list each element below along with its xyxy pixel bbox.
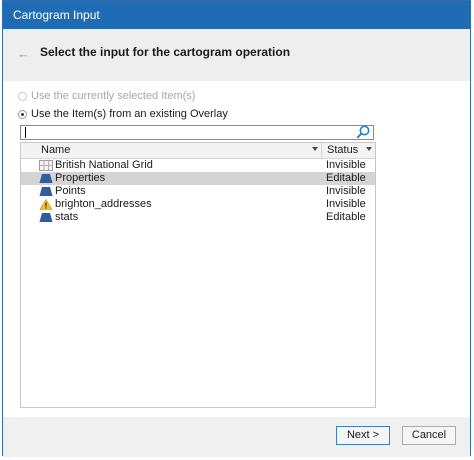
grid-header: Name Status bbox=[21, 143, 375, 159]
search-input[interactable] bbox=[20, 125, 374, 140]
back-arrow-icon[interactable]: ← bbox=[17, 46, 30, 61]
list-item-status: Invisible bbox=[326, 159, 366, 171]
overlay-list[interactable]: Name Status British National Grid Invisi… bbox=[20, 142, 376, 408]
dialog-footer: Next > Cancel bbox=[3, 417, 470, 457]
list-item-status: Invisible bbox=[326, 198, 366, 210]
list-item-status: Editable bbox=[326, 211, 366, 223]
option-selected-items-label: Use the currently selected Item(s) bbox=[31, 90, 196, 102]
list-item[interactable]: brighton_addresses Invisible bbox=[21, 198, 375, 211]
polygon-layer-icon bbox=[39, 174, 53, 183]
list-item[interactable]: Properties Editable bbox=[21, 172, 375, 185]
search-icon[interactable] bbox=[355, 124, 371, 140]
filter-dropdown-icon[interactable] bbox=[312, 147, 318, 151]
cartogram-input-dialog: Cartogram Input ← Select the input for t… bbox=[2, 0, 471, 457]
list-item-name: Properties bbox=[55, 172, 106, 184]
list-item[interactable]: British National Grid Invisible bbox=[21, 159, 375, 172]
radio-existing-overlay[interactable] bbox=[18, 109, 27, 119]
column-header-name[interactable]: Name bbox=[21, 143, 322, 158]
page-title: Select the input for the cartogram opera… bbox=[40, 45, 291, 59]
list-item-status: Invisible bbox=[326, 185, 366, 197]
warning-icon bbox=[39, 199, 53, 210]
radio-selected-items[interactable] bbox=[18, 91, 27, 101]
grid-layer-icon bbox=[39, 160, 53, 171]
window-title: Cartogram Input bbox=[13, 8, 100, 22]
list-item-status: Editable bbox=[326, 172, 366, 184]
filter-dropdown-icon[interactable] bbox=[366, 147, 372, 151]
option-selected-items[interactable]: Use the currently selected Item(s) bbox=[18, 90, 195, 102]
polygon-layer-icon bbox=[39, 213, 53, 222]
list-item-name: brighton_addresses bbox=[55, 198, 152, 210]
cancel-button[interactable]: Cancel bbox=[402, 426, 456, 445]
list-item[interactable]: Points Invisible bbox=[21, 185, 375, 198]
text-caret bbox=[25, 127, 26, 138]
next-button[interactable]: Next > bbox=[336, 426, 390, 445]
list-item[interactable]: stats Editable bbox=[21, 211, 375, 224]
title-bar: Cartogram Input bbox=[3, 1, 470, 29]
list-item-name: British National Grid bbox=[55, 159, 153, 171]
list-item-name: Points bbox=[55, 185, 86, 197]
option-existing-overlay-label: Use the Item(s) from an existing Overlay bbox=[31, 108, 228, 120]
list-item-name: stats bbox=[55, 211, 79, 223]
option-existing-overlay[interactable]: Use the Item(s) from an existing Overlay bbox=[18, 108, 228, 120]
polygon-layer-icon bbox=[39, 187, 53, 196]
column-header-status[interactable]: Status bbox=[322, 143, 376, 158]
wizard-header: ← Select the input for the cartogram ope… bbox=[3, 29, 470, 81]
